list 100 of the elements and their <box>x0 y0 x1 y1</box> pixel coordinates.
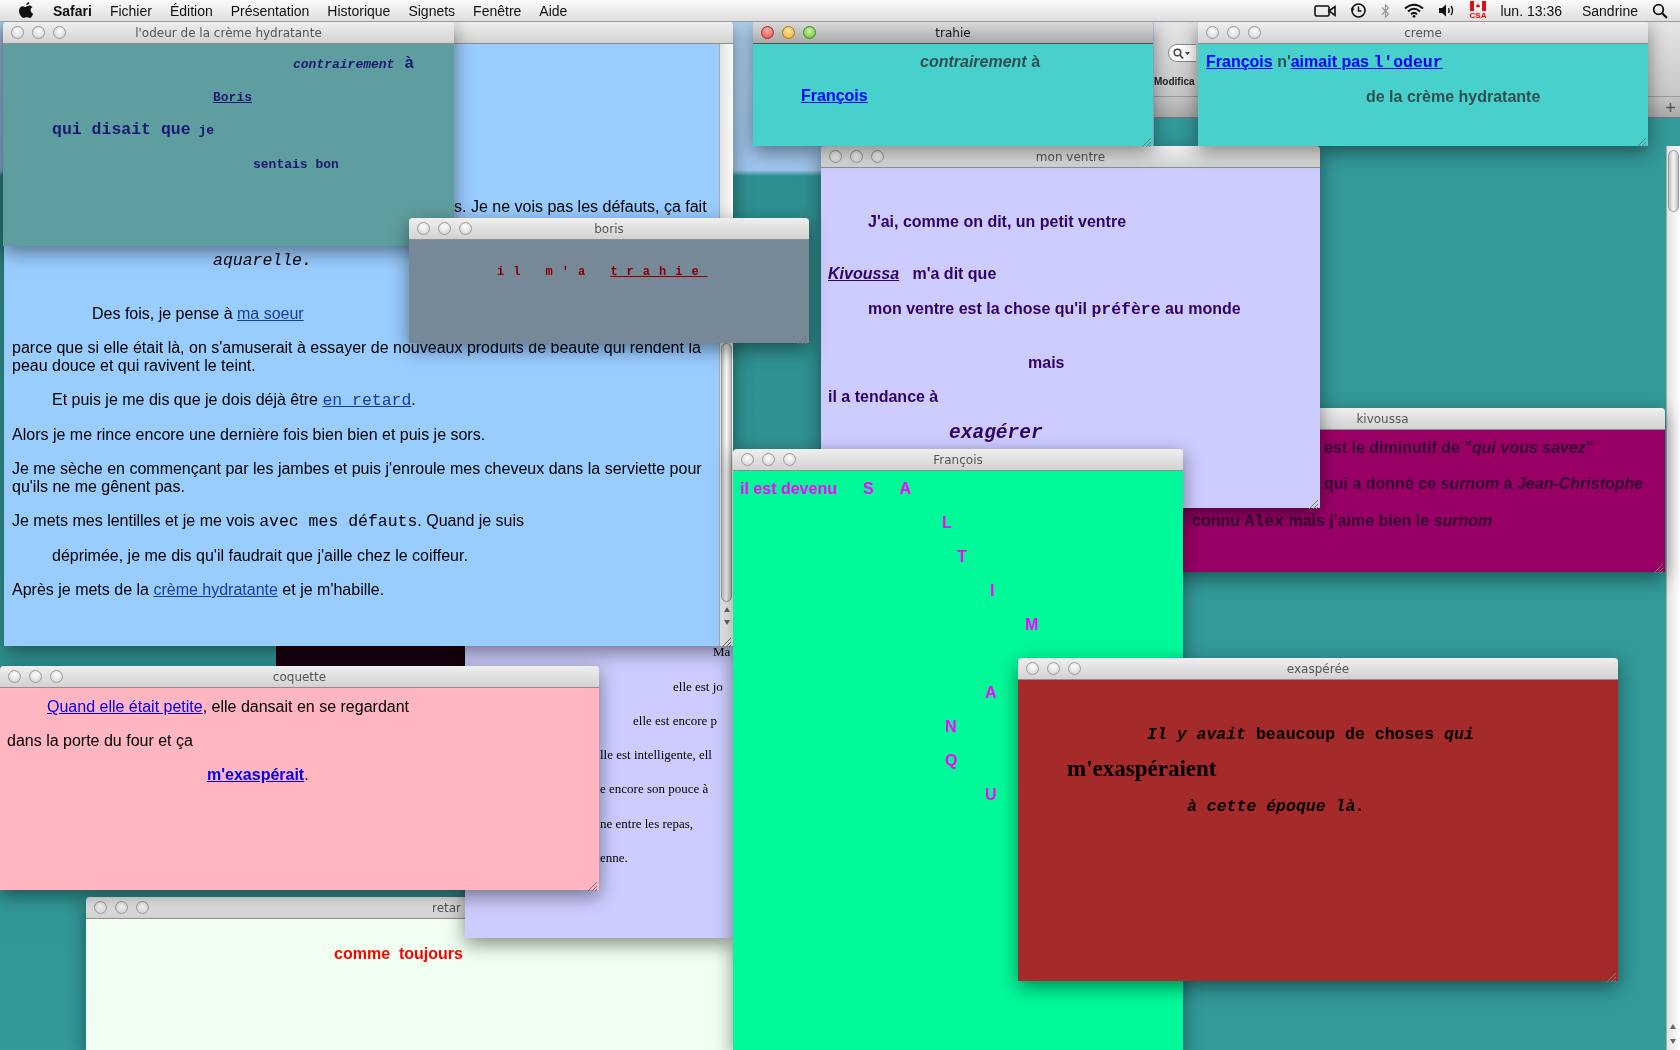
scroll-arrows-icon[interactable] <box>1667 1022 1679 1046</box>
bluetooth-icon[interactable] <box>1380 2 1390 19</box>
close-button[interactable] <box>741 453 754 466</box>
text-line: mais <box>1028 354 1065 372</box>
scrollbar[interactable] <box>719 343 733 646</box>
window-title: retar <box>431 900 461 915</box>
text-fragment: I <box>990 582 995 599</box>
plus-icon[interactable] <box>1666 102 1675 112</box>
user-name[interactable]: Sandrine <box>1575 2 1638 19</box>
close-button[interactable] <box>1026 662 1039 675</box>
text-line: qui disait que je <box>52 121 215 140</box>
zoom-button[interactable] <box>136 901 149 914</box>
text-link[interactable]: en retard <box>322 391 412 410</box>
menu-item[interactable]: Fenêtre <box>464 2 531 19</box>
text-line: déprimée, je me dis qu'il faudrait que j'aille chez le coiffeur. <box>52 547 469 565</box>
text-line: il a tendance à <box>828 388 939 406</box>
text-line: aquarelle. <box>213 251 313 270</box>
minimize-button[interactable] <box>762 453 775 466</box>
text-line: de la crème hydratante <box>1366 88 1541 106</box>
search-icon[interactable] <box>1652 2 1668 19</box>
menu-item[interactable]: Historique <box>318 2 400 19</box>
volume-icon[interactable] <box>1437 3 1456 18</box>
text-line: François n'aimait pas l'odeur <box>1206 53 1443 72</box>
text-line: il m'a trahie <box>497 264 708 281</box>
text-fragment: N <box>945 718 957 735</box>
input-source-label[interactable]: CSA <box>1469 11 1487 20</box>
text-line: qui a donné ce surnom à Jean-Christophe <box>1324 475 1644 493</box>
text-fragment: S <box>862 480 874 497</box>
text-link[interactable]: aimait pas <box>1290 53 1374 70</box>
window-title: l'odeur de la crème hydratante <box>135 25 322 40</box>
zoom-button[interactable] <box>783 453 796 466</box>
zoom-button[interactable] <box>871 150 884 163</box>
text-link[interactable]: crème hydratante <box>153 581 278 598</box>
text-link[interactable]: Boris <box>213 90 252 105</box>
text-link[interactable]: François <box>801 87 868 104</box>
text-line: enne. <box>600 849 628 867</box>
zoom-button[interactable] <box>50 670 63 683</box>
window-title: François <box>933 452 983 467</box>
close-button[interactable] <box>1206 26 1219 39</box>
text-line: contrairement à <box>920 53 1041 71</box>
text-line: m'exaspéraient <box>1067 760 1217 781</box>
text-fragment: A <box>985 684 997 701</box>
zoom-button[interactable] <box>803 26 816 39</box>
flag-icon[interactable] <box>1470 1 1486 11</box>
close-button[interactable] <box>417 222 430 235</box>
zoom-button[interactable] <box>1248 26 1261 39</box>
menu-item[interactable]: Édition <box>160 2 222 19</box>
menu-item[interactable]: Fichier <box>100 2 161 19</box>
close-button[interactable] <box>8 670 21 683</box>
scrollbar[interactable] <box>1666 146 1680 1050</box>
text-line: comme toujours <box>334 945 463 963</box>
text-fragment: A <box>899 480 912 497</box>
minimize-button[interactable] <box>32 26 45 39</box>
apple-logo-icon[interactable] <box>18 1 34 20</box>
wifi-icon[interactable] <box>1403 3 1424 18</box>
text-link[interactable]: Kivoussa <box>828 265 900 282</box>
video-camera-icon[interactable] <box>1313 3 1336 18</box>
text-link[interactable]: François <box>1206 53 1273 70</box>
text-link[interactable]: Quand elle était petite <box>47 698 203 715</box>
text-line: Je mets mes lentilles et je me vois avec mes défauts. Quand je suis <box>12 512 526 531</box>
text-line: contrairement à <box>293 55 415 74</box>
clock-text[interactable]: lun. 13:36 <box>1500 2 1562 19</box>
zoom-button[interactable] <box>53 26 66 39</box>
minimize-button[interactable] <box>782 26 795 39</box>
menu-item[interactable]: Signets <box>399 2 465 19</box>
close-button[interactable] <box>829 150 842 163</box>
text-line: est le diminutif de "qui vous savez" <box>1324 439 1594 457</box>
minimize-button[interactable] <box>850 150 863 163</box>
text-line: Je me sèche en commençant par les jambes et puis j'enroule mes cheveux dans la serviette pour qu'ils ne me gênent pas. <box>12 460 703 496</box>
text-link[interactable]: l'odeur <box>1373 53 1443 72</box>
text-fragment: T <box>957 548 967 565</box>
close-button[interactable] <box>94 901 107 914</box>
toolbar-label[interactable]: Modifica <box>1154 76 1195 87</box>
text-line: ne entre les repas, <box>600 815 694 833</box>
zoom-button[interactable] <box>459 222 472 235</box>
text-link[interactable]: ma soeur <box>236 305 304 322</box>
text-line: elle est encore p <box>633 712 718 730</box>
text-fragment: M <box>1025 616 1039 633</box>
minimize-button[interactable] <box>115 901 128 914</box>
text-line: exagérer <box>949 424 1043 442</box>
close-button[interactable] <box>11 26 24 39</box>
text-line: Il y avait beaucoup de choses qui <box>1147 726 1474 744</box>
minimize-button[interactable] <box>29 670 42 683</box>
zoom-button[interactable] <box>1068 662 1081 675</box>
close-button[interactable] <box>761 26 774 39</box>
menu-item[interactable]: Aide <box>530 2 577 19</box>
text-fragment: L <box>942 514 952 531</box>
scrollbar-segment[interactable] <box>719 44 733 218</box>
minimize-button[interactable] <box>1227 26 1240 39</box>
scroll-thumb[interactable] <box>1668 150 1679 212</box>
search-field[interactable] <box>1168 44 1196 62</box>
scroll-thumb[interactable] <box>721 343 732 602</box>
menu-item[interactable]: Présentation <box>221 2 319 19</box>
minimize-button[interactable] <box>1047 662 1060 675</box>
text-line: Kivoussa m'a dit que <box>828 265 997 283</box>
text-line: s. Je ne vois pas les défauts, ça fait <box>454 198 708 216</box>
text-link[interactable]: m'exaspérait <box>207 766 305 783</box>
minimize-button[interactable] <box>438 222 451 235</box>
text-line: e encore son pouce à <box>600 780 709 798</box>
app-menu[interactable]: Safari <box>44 2 101 19</box>
